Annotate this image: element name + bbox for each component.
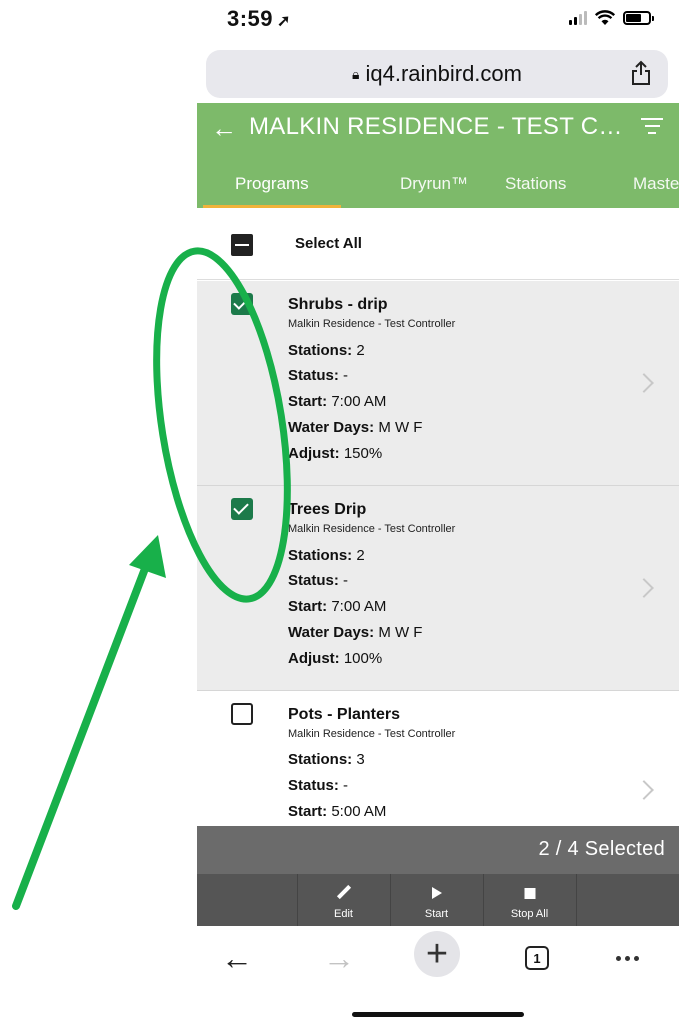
address-bar[interactable]: 🔒︎ iq4.rainbird.com	[206, 50, 668, 98]
program-name: Trees Drip	[288, 501, 367, 518]
cellular-signal-icon	[569, 11, 587, 25]
more-dots-icon	[615, 955, 639, 961]
app-header: ← MALKIN RESIDENCE - TEST CONT... Progra…	[197, 103, 679, 208]
tab-bar: Programs Dryrun™ Stations Maste	[197, 167, 679, 208]
plus-icon: +	[414, 931, 460, 977]
annotation-arrow-shaft	[12, 562, 150, 910]
program-stations: Stations: 3	[288, 751, 365, 768]
program-start: Start: 5:00 AM	[288, 803, 387, 820]
chevron-right-icon[interactable]	[634, 780, 654, 800]
tab-count: 1	[525, 946, 549, 970]
action-toolbar: Edit Start Stop All	[197, 874, 679, 926]
tab-master[interactable]: Maste	[633, 174, 679, 194]
chevron-right-icon[interactable]	[634, 373, 654, 393]
home-indicator	[352, 1012, 524, 1017]
program-checkbox[interactable]	[231, 293, 253, 315]
program-controller: Malkin Residence - Test Controller	[288, 523, 456, 535]
arrow-left-icon: ←	[221, 940, 253, 976]
program-row[interactable]: Trees Drip Malkin Residence - Test Contr…	[197, 486, 679, 691]
program-adjust: Adjust: 150%	[288, 445, 383, 462]
program-water-days: Water Days: M W F	[288, 624, 423, 641]
program-stations: Stations: 2	[288, 342, 365, 359]
status-icons	[569, 10, 654, 26]
program-row[interactable]: Shrubs - drip Malkin Residence - Test Co…	[197, 281, 679, 486]
program-status: Status: -	[288, 572, 349, 589]
stop-all-button[interactable]: Stop All	[483, 874, 576, 926]
program-start: Start: 7:00 AM	[288, 393, 387, 410]
program-adjust: Adjust: 100%	[288, 650, 383, 667]
select-all-checkbox[interactable]	[231, 234, 253, 256]
pencil-icon	[336, 884, 351, 900]
program-controller: Malkin Residence - Test Controller	[288, 318, 456, 330]
more-button[interactable]	[607, 936, 647, 980]
url-text: iq4.rainbird.com	[365, 61, 522, 86]
page-title: MALKIN RESIDENCE - TEST CONT...	[249, 113, 629, 140]
new-tab-button[interactable]: +	[412, 931, 462, 977]
tab-programs[interactable]: Programs	[235, 174, 309, 194]
stop-icon	[524, 888, 535, 899]
chevron-right-icon[interactable]	[634, 578, 654, 598]
browser-toolbar: ← → + 1	[197, 926, 679, 996]
play-icon	[431, 887, 442, 899]
browser-back-button[interactable]: ←	[217, 936, 257, 980]
program-start: Start: 7:00 AM	[288, 598, 387, 615]
share-icon[interactable]	[630, 60, 652, 86]
program-stations: Stations: 2	[288, 547, 365, 564]
program-status: Status: -	[288, 777, 349, 794]
start-label: Start	[424, 908, 449, 920]
program-checkbox[interactable]	[231, 498, 253, 520]
stop-all-label: Stop All	[510, 908, 549, 920]
select-all-label: Select All	[295, 235, 362, 252]
program-row[interactable]: Pots - Planters Malkin Residence - Test …	[197, 691, 679, 827]
filter-icon[interactable]	[641, 118, 663, 134]
edit-button[interactable]: Edit	[297, 874, 390, 926]
program-controller: Malkin Residence - Test Controller	[288, 728, 456, 740]
program-name: Shrubs - drip	[288, 296, 388, 313]
program-checkbox[interactable]	[231, 703, 253, 725]
back-arrow-icon[interactable]: ←	[211, 113, 237, 144]
browser-forward-button[interactable]: →	[319, 936, 359, 980]
program-status: Status: -	[288, 367, 349, 384]
arrow-right-icon: →	[323, 940, 355, 976]
selection-bar: 2 / 4 Selected	[197, 826, 679, 874]
tab-dryrun[interactable]: Dryrun™	[400, 174, 468, 194]
program-name: Pots - Planters	[288, 706, 401, 723]
select-all-row[interactable]: Select All	[197, 208, 679, 280]
lock-icon: 🔒︎	[352, 65, 360, 82]
selection-count: 2 / 4 Selected	[538, 838, 665, 860]
program-water-days: Water Days: M W F	[288, 419, 423, 436]
annotation-arrow-head	[129, 535, 166, 578]
start-button[interactable]: Start	[390, 874, 483, 926]
status-time: 3:59 ➚	[227, 6, 291, 32]
clock: 3:59	[227, 6, 274, 31]
tab-stations[interactable]: Stations	[505, 174, 566, 194]
tabs-button[interactable]: 1	[522, 936, 552, 980]
wifi-icon	[595, 10, 615, 25]
battery-icon	[623, 11, 654, 25]
location-icon: ➚	[277, 13, 291, 30]
edit-label: Edit	[334, 908, 353, 920]
